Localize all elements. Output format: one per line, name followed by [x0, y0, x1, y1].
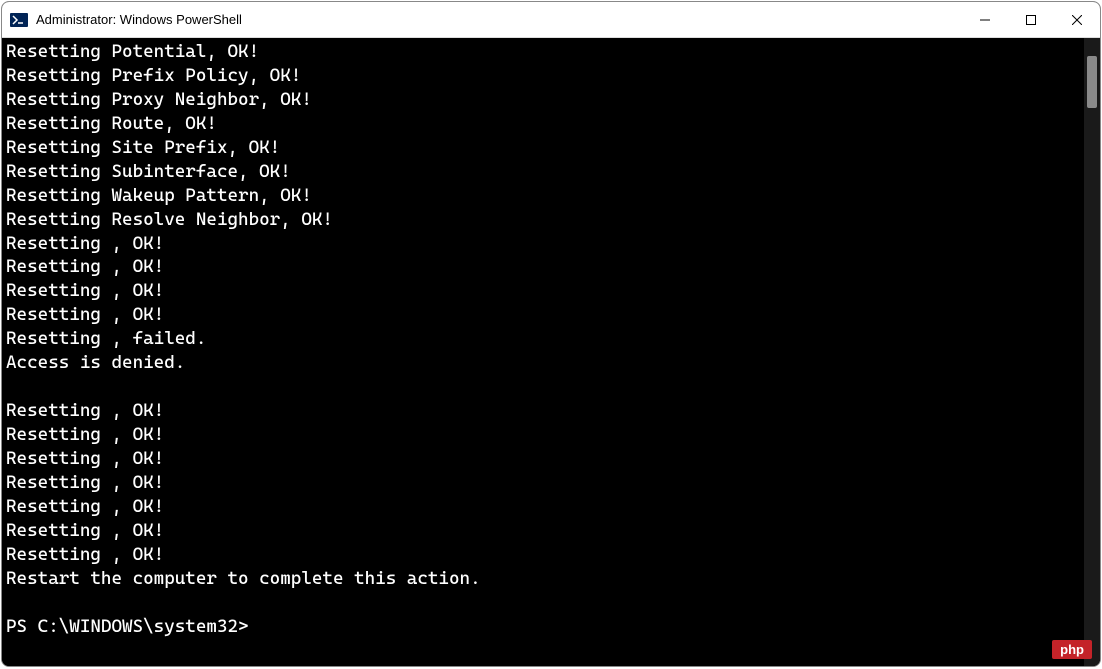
close-button[interactable] [1054, 2, 1100, 37]
window-title: Administrator: Windows PowerShell [36, 12, 962, 27]
terminal-line: Resetting Wakeup Pattern, OK! [6, 184, 1080, 208]
powershell-icon [10, 11, 28, 29]
terminal-line: Resetting , OK! [6, 447, 1080, 471]
scrollbar-thumb[interactable] [1087, 56, 1097, 108]
minimize-button[interactable] [962, 2, 1008, 37]
terminal-line: Resetting , OK! [6, 543, 1080, 567]
window-controls [962, 2, 1100, 37]
terminal-area: Resetting Potential, OK!Resetting Prefix… [2, 38, 1100, 666]
terminal-line: Resetting , OK! [6, 232, 1080, 256]
terminal-line: Resetting , OK! [6, 303, 1080, 327]
terminal-line: Resetting , OK! [6, 519, 1080, 543]
terminal-line: Resetting , OK! [6, 423, 1080, 447]
titlebar[interactable]: Administrator: Windows PowerShell [2, 2, 1100, 38]
terminal-line: Resetting Prefix Policy, OK! [6, 64, 1080, 88]
terminal-line: Resetting Proxy Neighbor, OK! [6, 88, 1080, 112]
terminal-line: Resetting , failed. [6, 327, 1080, 351]
terminal-line: Access is denied. [6, 351, 1080, 375]
maximize-button[interactable] [1008, 2, 1054, 37]
terminal-line: Resetting , OK! [6, 279, 1080, 303]
terminal-line: Resetting Potential, OK! [6, 40, 1080, 64]
terminal-line [6, 591, 1080, 615]
terminal-line: PS C:\WINDOWS\system32> [6, 615, 1080, 639]
terminal-line: Resetting , OK! [6, 495, 1080, 519]
terminal-line: Resetting Route, OK! [6, 112, 1080, 136]
terminal-line: Resetting , OK! [6, 255, 1080, 279]
terminal-line: Resetting Subinterface, OK! [6, 160, 1080, 184]
terminal-line [6, 375, 1080, 399]
watermark-badge: php [1052, 640, 1092, 659]
terminal-output[interactable]: Resetting Potential, OK!Resetting Prefix… [2, 38, 1084, 666]
terminal-line: Resetting , OK! [6, 399, 1080, 423]
scrollbar-track[interactable] [1084, 38, 1100, 666]
terminal-line: Resetting Resolve Neighbor, OK! [6, 208, 1080, 232]
powershell-window: Administrator: Windows PowerShell Resett… [1, 1, 1101, 667]
terminal-line: Resetting , OK! [6, 471, 1080, 495]
terminal-line: Restart the computer to complete this ac… [6, 567, 1080, 591]
terminal-line: Resetting Site Prefix, OK! [6, 136, 1080, 160]
